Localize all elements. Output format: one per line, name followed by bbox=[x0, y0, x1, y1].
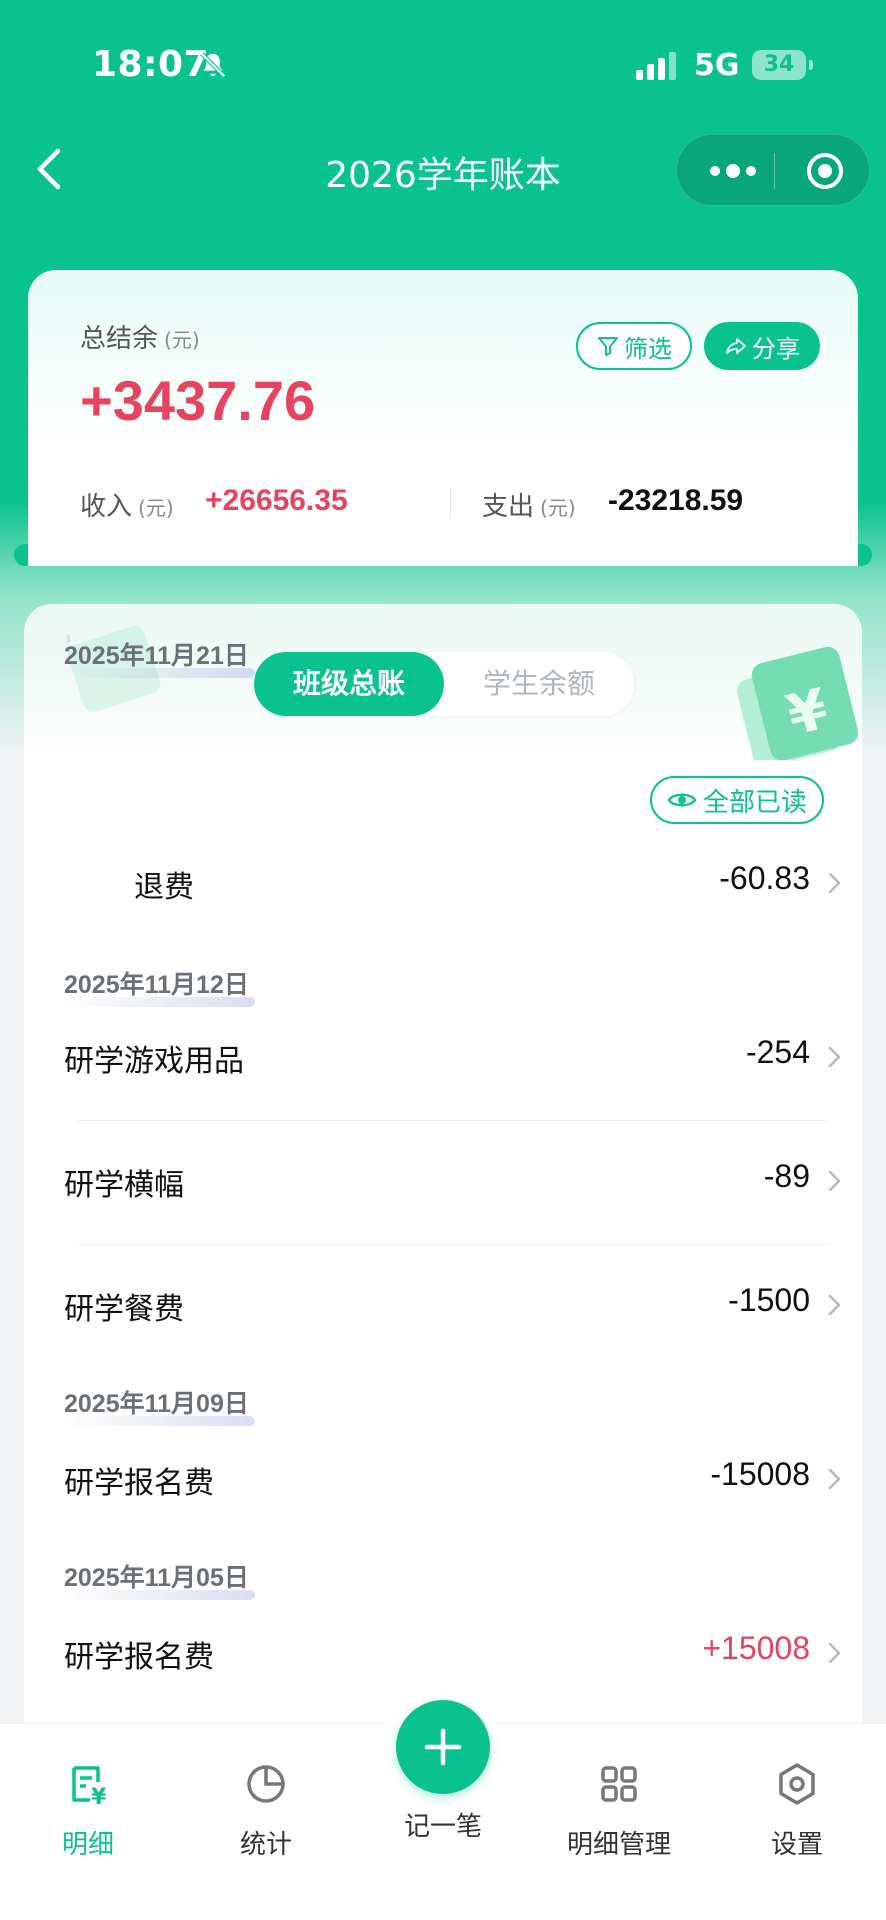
more-dots-icon[interactable] bbox=[703, 157, 763, 185]
add-record-button[interactable] bbox=[396, 1700, 490, 1794]
expense-label-text: 支出 bbox=[482, 492, 535, 522]
signal-icon bbox=[636, 52, 676, 80]
tab-student-balance[interactable]: 学生余额 bbox=[444, 652, 634, 716]
filter-icon bbox=[598, 337, 618, 356]
item-title: 研学横幅 bbox=[64, 1168, 184, 1203]
expense-label: 支出 (元) bbox=[482, 486, 576, 523]
eye-icon bbox=[667, 793, 697, 807]
bell-muted-icon bbox=[200, 52, 226, 78]
filter-button-label: 筛选 bbox=[624, 334, 672, 363]
panel-header: ¥ 班级总账 学生余额 bbox=[24, 604, 862, 760]
add-record-label: 记一笔 bbox=[403, 1812, 482, 1842]
grid-icon bbox=[601, 1766, 637, 1802]
list-item[interactable]: 研学报名费 +15008 bbox=[64, 1622, 844, 1682]
capsule-divider bbox=[774, 153, 775, 189]
item-amount: +15008 bbox=[702, 1630, 810, 1666]
summary-divider bbox=[450, 488, 451, 518]
unit-label: (元) bbox=[540, 496, 576, 520]
item-title: 研学报名费 bbox=[64, 1640, 214, 1675]
tab-detail-management-label: 明细管理 bbox=[566, 1830, 671, 1860]
income-label-text: 收入 bbox=[80, 492, 133, 522]
status-time: 18:07 bbox=[92, 44, 210, 85]
tab-details-label: 明细 bbox=[61, 1830, 114, 1860]
mini-program-capsule bbox=[676, 134, 870, 206]
income-label: 收入 (元) bbox=[80, 486, 174, 523]
tab-settings-label: 设置 bbox=[770, 1830, 823, 1860]
decor-yuan-icon: ¥ bbox=[736, 646, 859, 760]
svg-text:¥: ¥ bbox=[91, 1785, 107, 1808]
item-amount: -1500 bbox=[728, 1282, 810, 1318]
total-balance-value: +3437.76 bbox=[80, 369, 316, 432]
item-amount: -60.83 bbox=[719, 860, 810, 896]
list-item[interactable]: 研学餐费 -1500 bbox=[64, 1274, 844, 1334]
item-title: 研学游戏用品 bbox=[64, 1044, 244, 1079]
plus-icon bbox=[424, 1728, 462, 1766]
chevron-right-icon bbox=[828, 872, 841, 894]
ledger-icon: ¥ bbox=[72, 1766, 107, 1808]
list-item[interactable]: 研学报名费 -15008 bbox=[64, 1448, 844, 1508]
row-divider bbox=[78, 1244, 828, 1245]
item-amount: -89 bbox=[763, 1158, 810, 1194]
item-amount: -254 bbox=[745, 1034, 810, 1070]
row-divider bbox=[78, 1120, 828, 1121]
list-item[interactable]: 研学横幅 -89 bbox=[64, 1150, 844, 1210]
summary-card-bottom bbox=[28, 530, 858, 566]
tab-details[interactable]: ¥ 明细 bbox=[18, 1760, 158, 1861]
tab-statistics-label: 统计 bbox=[239, 1830, 292, 1860]
chevron-right-icon bbox=[828, 1046, 841, 1068]
mark-all-read-label: 全部已读 bbox=[702, 787, 807, 818]
income-value: +26656.35 bbox=[205, 484, 348, 517]
date-header: 2025年11月09日 bbox=[64, 1384, 255, 1426]
unit-label: (元) bbox=[138, 496, 174, 520]
item-title: 研学餐费 bbox=[64, 1292, 184, 1327]
mark-all-read-button[interactable]: 全部已读 bbox=[650, 776, 824, 824]
expense-value: -23218.59 bbox=[608, 484, 744, 517]
total-balance-label-text: 总结余 bbox=[80, 324, 159, 354]
date-header: 2025年11月12日 bbox=[64, 965, 255, 1007]
chevron-right-icon bbox=[828, 1170, 841, 1192]
filter-button[interactable]: 筛选 bbox=[576, 322, 692, 370]
date-header: 2025年11月21日 bbox=[64, 636, 255, 678]
date-header: 2025年11月05日 bbox=[64, 1558, 255, 1600]
tab-detail-management[interactable]: 明细管理 bbox=[549, 1760, 689, 1861]
ledger-segment-control: 班级总账 学生余额 bbox=[254, 652, 634, 716]
share-button[interactable]: 分享 bbox=[704, 322, 820, 370]
item-title: 研学报名费 bbox=[64, 1466, 214, 1501]
status-bar: 18:07 5G 34 bbox=[0, 0, 886, 130]
item-title: 退费 bbox=[134, 870, 194, 905]
settings-hexagon-icon bbox=[779, 1763, 815, 1805]
network-type: 5G bbox=[694, 48, 740, 83]
item-amount: -15008 bbox=[710, 1456, 810, 1492]
share-button-label: 分享 bbox=[752, 334, 800, 363]
close-target-icon[interactable] bbox=[805, 151, 845, 191]
chevron-right-icon bbox=[828, 1294, 841, 1316]
tab-statistics[interactable]: 统计 bbox=[196, 1760, 336, 1861]
tab-class-ledger[interactable]: 班级总账 bbox=[254, 652, 444, 716]
tab-settings[interactable]: 设置 bbox=[727, 1760, 867, 1861]
pie-chart-icon bbox=[247, 1765, 285, 1803]
chevron-right-icon bbox=[828, 1642, 841, 1664]
chevron-right-icon bbox=[828, 1468, 841, 1490]
list-item[interactable]: 退费 -60.83 bbox=[64, 852, 844, 912]
share-icon bbox=[726, 338, 746, 354]
battery-indicator: 34 bbox=[752, 50, 813, 80]
list-item[interactable]: 研学游戏用品 -254 bbox=[64, 1026, 844, 1086]
total-balance-label: 总结余 (元) bbox=[80, 318, 200, 355]
unit-label: (元) bbox=[164, 328, 200, 352]
